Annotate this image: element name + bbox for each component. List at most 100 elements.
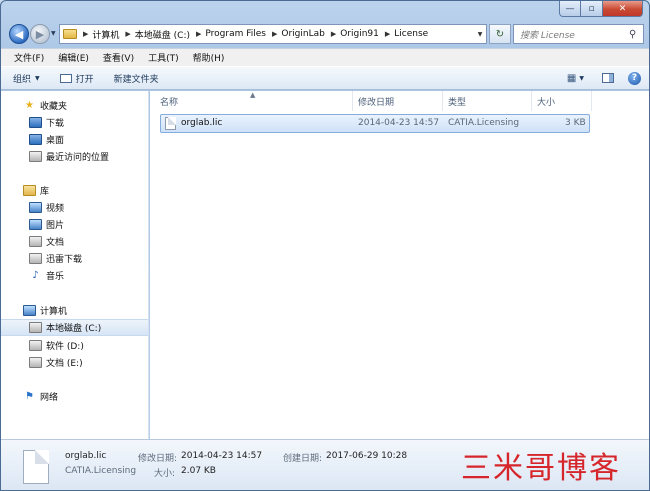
breadcrumb-program-files[interactable]: ▶ Program Files <box>190 29 266 39</box>
column-header-modified[interactable]: 修改日期 <box>353 91 443 111</box>
details-created-label: 创建日期: <box>283 454 323 464</box>
menu-file[interactable]: 文件(F) <box>7 51 51 64</box>
chevron-right-icon: ▶ <box>196 30 202 38</box>
details-created-value: 2017-06-29 10:28 <box>326 451 408 461</box>
new-folder-button[interactable]: 新建文件夹 <box>114 72 159 85</box>
nav-documents[interactable]: 文档 <box>1 233 148 250</box>
explorer-window: — ▫ ✕ ◀ ▶ ▼ ▶ 计算机 ▶ 本地磁盘 (C:) ▶ Program Fil… <box>0 0 650 491</box>
file-list: ▲ 名称 修改日期 类型 大小 orglab.lic 2014-04-23 14… <box>150 91 649 439</box>
nav-videos[interactable]: 视频 <box>1 199 148 216</box>
file-modified: 2014-04-23 14:57 <box>358 118 440 128</box>
menu-view[interactable]: 查看(V) <box>96 51 141 64</box>
refresh-button[interactable]: ↻ <box>489 24 511 44</box>
file-name: orglab.lic <box>181 118 223 128</box>
file-icon <box>23 450 49 484</box>
view-dropdown[interactable]: ▼ <box>579 75 584 82</box>
recent-pages-dropdown[interactable]: ▼ <box>51 30 56 37</box>
details-modified-value: 2014-04-23 14:57 <box>181 451 263 461</box>
details-size-label: 大小: <box>154 469 176 479</box>
nav-documents-e[interactable]: 文档 (E:) <box>1 354 148 371</box>
download-library-icon <box>29 253 42 264</box>
nav-favorites[interactable]: ★ 收藏夹 <box>1 97 148 114</box>
desktop-icon <box>29 134 42 145</box>
file-type: CATIA.Licensing <box>448 118 520 128</box>
nav-recent[interactable]: 最近访问的位置 <box>1 148 148 165</box>
file-row[interactable]: orglab.lic 2014-04-23 14:57 CATIA.Licens… <box>160 114 590 133</box>
help-icon[interactable]: ? <box>628 71 641 85</box>
address-dropdown[interactable]: ▼ <box>474 31 486 38</box>
chevron-right-icon: ▶ <box>330 30 337 38</box>
chevron-down-icon: ▼ <box>35 74 40 82</box>
forward-button[interactable]: ▶ <box>30 24 50 44</box>
column-header-name[interactable]: 名称 <box>155 91 353 111</box>
file-size: 3 KB <box>565 118 586 128</box>
download-folder-icon <box>29 117 42 128</box>
address-bar[interactable]: ▶ 计算机 ▶ 本地磁盘 (C:) ▶ Program Files ▶ OriginLa… <box>59 24 487 44</box>
details-file-type: CATIA.Licensing <box>65 466 137 476</box>
breadcrumb-originlab[interactable]: ▶ OriginLab <box>266 29 325 39</box>
arrow-right-icon: ▶ <box>35 27 45 41</box>
nav-pictures[interactable]: 图片 <box>1 216 148 233</box>
maximize-button[interactable]: ▫ <box>581 1 603 17</box>
chevron-right-icon: ▶ <box>271 30 278 38</box>
menu-help[interactable]: 帮助(H) <box>186 51 232 64</box>
nav-music[interactable]: ♪ 音乐 <box>1 267 148 284</box>
view-controls: ▦ ▼ ? <box>567 71 641 85</box>
folder-icon <box>63 29 77 39</box>
drive-icon <box>29 322 42 333</box>
open-button[interactable]: 打开 <box>59 72 94 85</box>
watermark-text: 三米哥博客 <box>461 451 621 486</box>
nav-local-disk-c[interactable]: 本地磁盘 (C:) <box>1 319 148 336</box>
menu-bar: 文件(F) 编辑(E) 查看(V) 工具(T) 帮助(H) <box>1 48 649 66</box>
window-icon <box>59 73 72 83</box>
pictures-icon <box>29 219 42 230</box>
details-modified-label: 修改日期: <box>138 454 178 464</box>
breadcrumb-license[interactable]: ▶ License <box>379 29 428 39</box>
chevron-right-icon: ▶ <box>384 30 391 38</box>
music-icon: ♪ <box>32 269 39 281</box>
details-file-name: orglab.lic <box>65 451 107 461</box>
navigation-pane: ★ 收藏夹 下载 桌面 最近访问的位置 库 视频 图片 文档 迅雷下载 ♪ 音乐 计… <box>1 91 149 439</box>
caption-buttons: — ▫ ✕ <box>559 1 643 17</box>
chevron-right-icon: ▶ <box>83 30 89 38</box>
breadcrumb-local-disk[interactable]: ▶ 本地磁盘 (C:) <box>119 28 190 41</box>
column-header-type[interactable]: 类型 <box>443 91 532 111</box>
search-icon: ⚲ <box>629 28 637 40</box>
nav-thunder-downloads[interactable]: 迅雷下载 <box>1 250 148 267</box>
breadcrumb-origin91[interactable]: ▶ Origin91 <box>325 29 379 39</box>
star-icon: ★ <box>25 99 34 111</box>
back-button[interactable]: ◀ <box>9 24 29 44</box>
documents-icon <box>29 236 42 247</box>
view-options-icon[interactable]: ▦ <box>567 73 576 84</box>
nav-computer[interactable]: 计算机 <box>1 302 148 319</box>
computer-icon <box>23 305 36 316</box>
nav-software-d[interactable]: 软件 (D:) <box>1 337 148 354</box>
command-bar: 组织 ▼ 打开 新建文件夹 ▦ ▼ ? <box>1 66 649 90</box>
arrow-left-icon: ◀ <box>14 27 24 41</box>
minimize-button[interactable]: — <box>559 1 581 17</box>
organize-button[interactable]: 组织 ▼ <box>13 72 40 85</box>
file-icon <box>165 117 176 130</box>
drive-icon <box>29 357 42 368</box>
video-icon <box>29 202 42 213</box>
drive-icon <box>29 340 42 351</box>
breadcrumb-computer[interactable]: ▶ 计算机 <box>77 28 119 41</box>
menu-tools[interactable]: 工具(T) <box>141 51 186 64</box>
recent-places-icon <box>29 151 42 162</box>
menu-edit[interactable]: 编辑(E) <box>51 51 96 64</box>
address-row: ◀ ▶ ▼ ▶ 计算机 ▶ 本地磁盘 (C:) ▶ Program Files ▶ Or… <box>1 21 649 47</box>
chevron-right-icon: ▶ <box>125 30 131 38</box>
refresh-icon: ↻ <box>495 28 505 40</box>
search-input[interactable]: 搜索 License <box>520 28 629 41</box>
close-button[interactable]: ✕ <box>603 1 643 17</box>
nav-downloads[interactable]: 下载 <box>1 114 148 131</box>
nav-network[interactable]: ⚑ 网络 <box>1 388 148 405</box>
search-box[interactable]: 搜索 License ⚲ <box>513 24 644 44</box>
column-header-size[interactable]: 大小 <box>532 91 592 111</box>
network-icon: ⚑ <box>25 390 34 402</box>
nav-desktop[interactable]: 桌面 <box>1 131 148 148</box>
preview-pane-icon[interactable] <box>602 73 614 83</box>
details-size-value: 2.07 KB <box>181 466 216 476</box>
library-icon <box>23 185 36 196</box>
nav-libraries[interactable]: 库 <box>1 182 148 199</box>
